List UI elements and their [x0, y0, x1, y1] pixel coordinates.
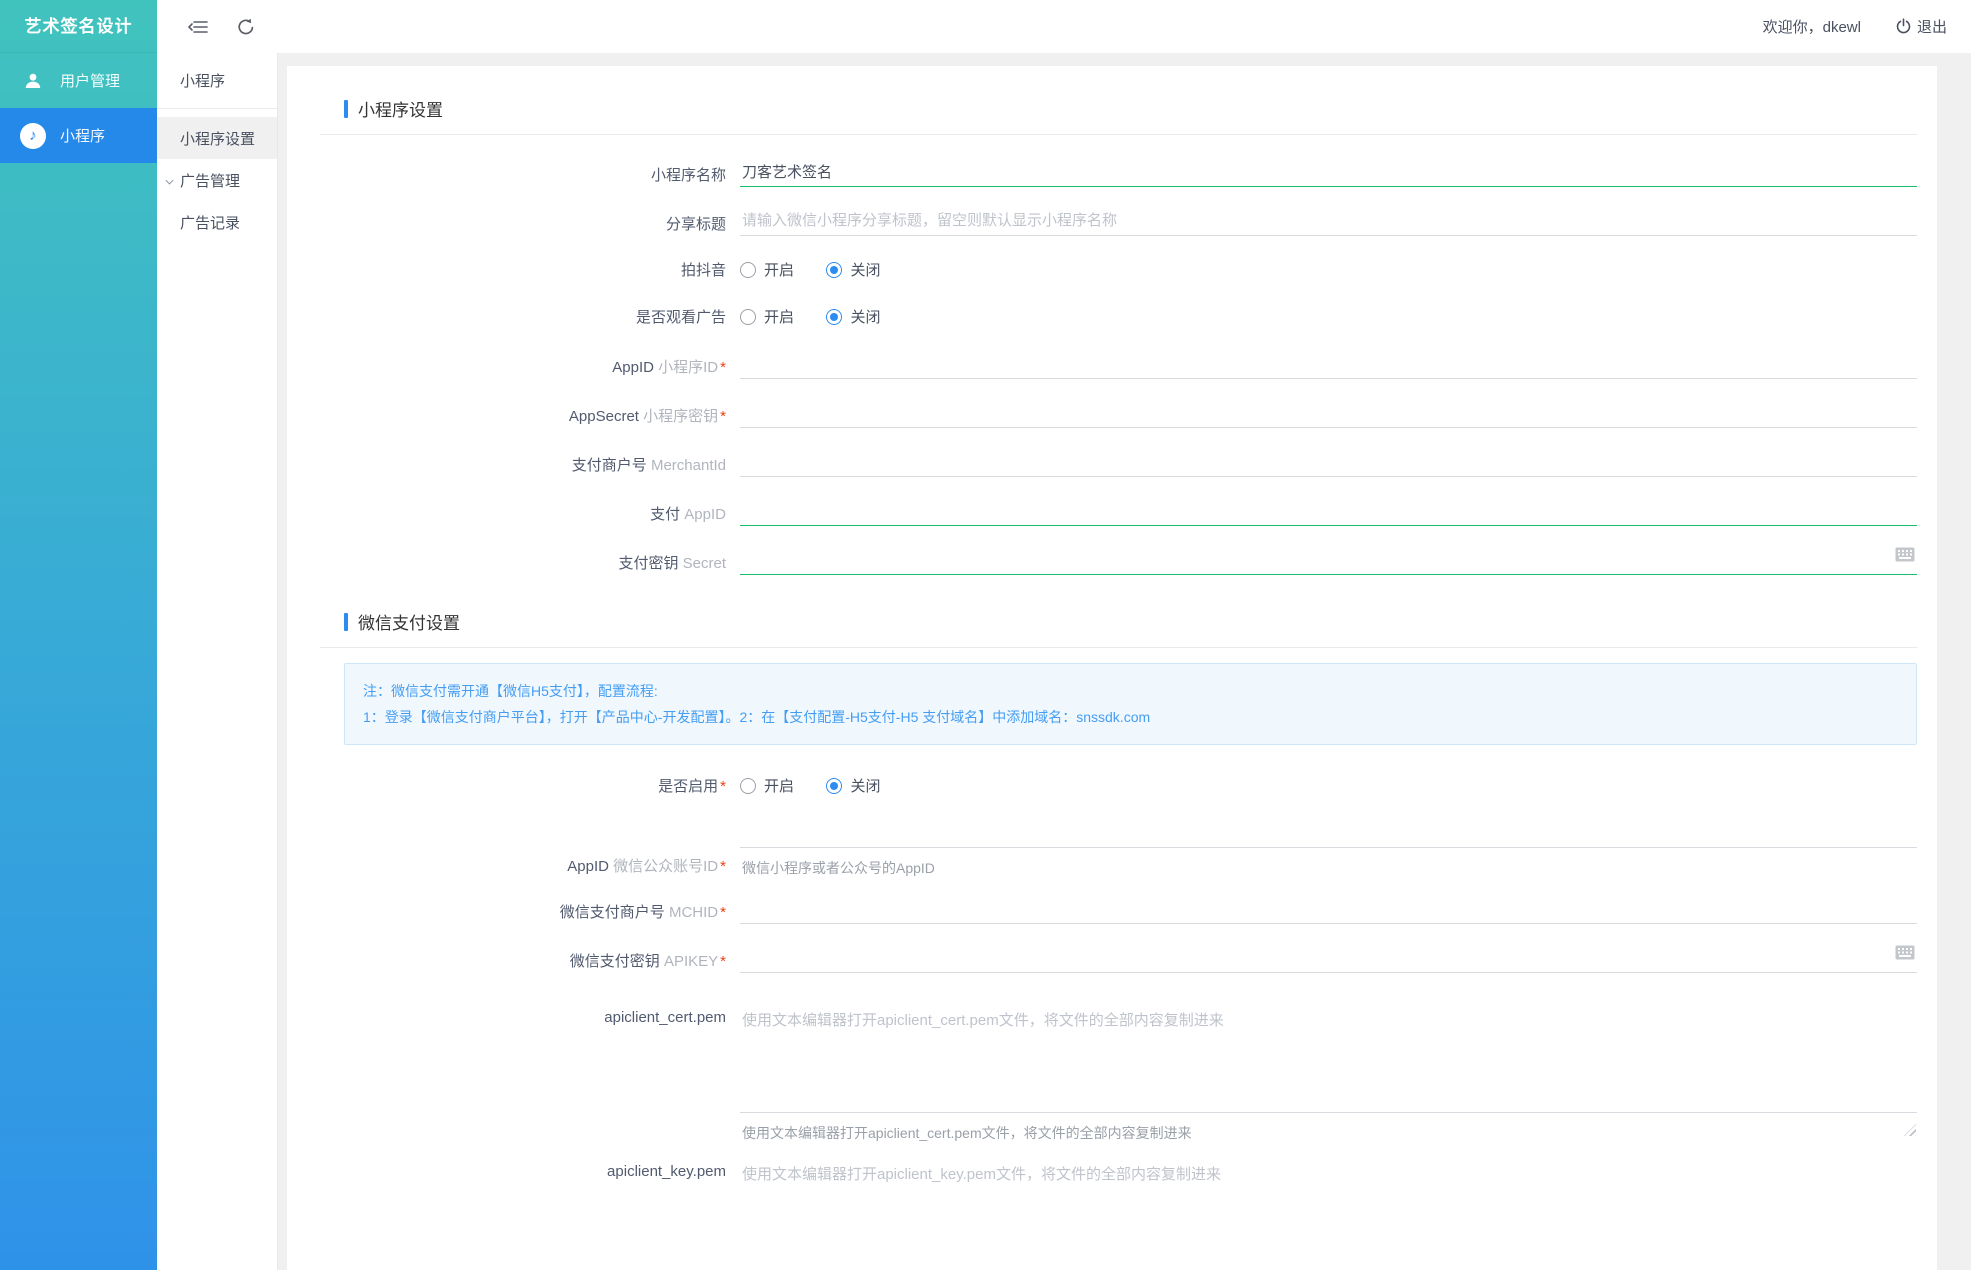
- apiclient-cert-textarea[interactable]: [740, 1007, 1917, 1113]
- field-label: 是否观看广告: [635, 309, 726, 326]
- field-label: 小程序名称: [650, 167, 726, 184]
- miniprogram-settings-form: 小程序名称 分享标题 拍抖音: [344, 161, 1917, 575]
- app-root: 艺术签名设计 用户管理 ♪ 小程序 欢迎你，dkewl 退出 小程序 小程序设置…: [0, 0, 1971, 1270]
- submenu-item-ad-records[interactable]: 广告记录: [157, 201, 277, 243]
- form-row: 拍抖音 开启 关闭: [344, 259, 1917, 283]
- field-label: AppID 微信公众账号ID *: [567, 858, 726, 875]
- douyin-off-radio[interactable]: 关闭: [826, 259, 880, 280]
- keyboard-icon: [1895, 547, 1915, 567]
- field-label: AppID 小程序ID *: [612, 359, 726, 376]
- watch-ad-off-radio[interactable]: 关闭: [826, 306, 880, 327]
- field-help-text: 使用文本编辑器打开apiclient_cert.pem文件，将文件的全部内容复制…: [742, 1125, 1192, 1141]
- enable-off-radio[interactable]: 关闭: [826, 775, 880, 796]
- sidebar-item-users[interactable]: 用户管理: [0, 53, 157, 108]
- section-accent-bar: [344, 612, 348, 631]
- field-label: 分享标题: [665, 216, 726, 233]
- form-row: 支付密钥 Secret: [344, 547, 1917, 575]
- miniprogram-icon: ♪: [18, 121, 48, 151]
- sidebar-item-label: 小程序: [60, 128, 106, 145]
- form-row: 是否启用 * 开启 关闭: [344, 775, 1917, 799]
- form-row: apiclient_cert.pem 使用文本编辑器打开apiclient_ce…: [344, 1007, 1917, 1143]
- pay-secret-input[interactable]: [740, 549, 1917, 575]
- apiclient-key-textarea[interactable]: [740, 1161, 1917, 1270]
- field-label: 是否启用 *: [658, 778, 726, 795]
- user-icon: [18, 66, 48, 96]
- right-column: 欢迎你，dkewl 退出 小程序 小程序设置 广告管理 广告记录 小程序设置 小…: [157, 0, 1971, 1270]
- sidebar-item-miniprogram[interactable]: ♪ 小程序: [0, 108, 157, 163]
- note-line-1: 注：微信支付需开通【微信H5支付】，配置流程:: [363, 683, 658, 699]
- form-row: 微信支付密钥 APIKEY *: [344, 945, 1917, 973]
- form-row: AppID 微信公众账号ID * 微信小程序或者公众号的AppID: [344, 822, 1917, 878]
- sidebar-item-label: 用户管理: [60, 73, 121, 90]
- appsecret-input[interactable]: [740, 402, 1917, 428]
- wechat-appid-input[interactable]: [740, 822, 1917, 848]
- apikey-input[interactable]: [740, 947, 1917, 973]
- topbar: 欢迎你，dkewl 退出: [157, 0, 1971, 53]
- field-label: 微信支付商户号 MCHID *: [559, 904, 726, 921]
- watch-ad-on-radio[interactable]: 开启: [740, 306, 794, 327]
- section-header-wechat-pay: 微信支付设置: [344, 609, 1917, 634]
- section-header-miniprogram-settings: 小程序设置: [344, 96, 1917, 121]
- submenu: 小程序 小程序设置 广告管理 广告记录: [157, 53, 278, 1270]
- field-label: 拍抖音: [680, 262, 726, 279]
- form-row: 微信支付商户号 MCHID *: [344, 898, 1917, 924]
- keyboard-icon: [1895, 945, 1915, 965]
- radio-circle-selected: [826, 308, 843, 325]
- form-row: 支付 AppID: [344, 500, 1917, 526]
- submenu-header-miniprogram[interactable]: 小程序: [157, 53, 277, 109]
- field-label: apiclient_key.pem: [607, 1163, 726, 1180]
- appid-input[interactable]: [740, 353, 1917, 379]
- douyin-on-radio[interactable]: 开启: [740, 259, 794, 280]
- radio-circle-selected: [826, 777, 843, 794]
- content-area: 小程序设置 小程序名称 分享标题: [278, 53, 1971, 1270]
- submenu-item-miniprogram-settings[interactable]: 小程序设置: [157, 117, 277, 159]
- enable-on-radio[interactable]: 开启: [740, 775, 794, 796]
- refresh-icon[interactable]: [235, 16, 257, 38]
- section-accent-bar: [344, 99, 348, 118]
- topbar-right: 欢迎你，dkewl 退出: [1763, 16, 1947, 37]
- section-title: 微信支付设置: [358, 614, 460, 633]
- field-label: 支付密钥 Secret: [618, 555, 726, 572]
- note-line-2: 1：登录【微信支付商户平台】，打开【产品中心-开发配置】。2：在【支付配置-H5…: [363, 709, 1151, 725]
- logout-label: 退出: [1916, 19, 1947, 36]
- form-row: apiclient_key.pem: [344, 1161, 1917, 1270]
- radio-circle: [740, 261, 756, 278]
- miniprogram-name-input[interactable]: [740, 161, 1917, 187]
- form-row: AppID 小程序ID *: [344, 353, 1917, 379]
- power-icon: [1896, 18, 1911, 34]
- radio-circle: [740, 308, 756, 325]
- menu-fold-icon[interactable]: [187, 16, 209, 38]
- form-row: 支付商户号 MerchantId: [344, 451, 1917, 477]
- form-row: 是否观看广告 开启 关闭: [344, 306, 1917, 330]
- logout-button[interactable]: 退出: [1895, 16, 1947, 37]
- settings-card: 小程序设置 小程序名称 分享标题: [287, 66, 1937, 1270]
- divider: [320, 647, 1917, 648]
- welcome-text: 欢迎你，dkewl: [1762, 19, 1861, 36]
- field-help-text: 微信小程序或者公众号的AppID: [742, 860, 935, 876]
- app-logo: 艺术签名设计: [0, 0, 157, 53]
- field-label: apiclient_cert.pem: [604, 1009, 726, 1026]
- chevron-down-icon: [165, 176, 174, 185]
- share-title-input[interactable]: [740, 210, 1917, 236]
- wechat-pay-note: 注：微信支付需开通【微信H5支付】，配置流程: 1：登录【微信支付商户平台】，打…: [344, 663, 1917, 745]
- field-label: 微信支付密钥 APIKEY *: [569, 953, 726, 970]
- merchant-id-input[interactable]: [740, 451, 1917, 477]
- form-row: 小程序名称: [344, 161, 1917, 187]
- pay-appid-input[interactable]: [740, 500, 1917, 526]
- main-sidebar: 艺术签名设计 用户管理 ♪ 小程序: [0, 0, 157, 1270]
- field-label: AppSecret 小程序密钥 *: [568, 408, 726, 425]
- mchid-input[interactable]: [740, 898, 1917, 924]
- field-label: 支付 AppID: [650, 506, 726, 523]
- body-row: 小程序 小程序设置 广告管理 广告记录 小程序设置 小程序名称 刀客艺术签名 分…: [157, 53, 1971, 1270]
- radio-circle: [740, 777, 756, 794]
- form-row: 分享标题: [344, 210, 1917, 236]
- section-title: 小程序设置: [358, 101, 443, 120]
- wechat-pay-form: 是否启用 * 开启 关闭 AppID 微信公众账号ID * 微信小程序或者公众号…: [344, 775, 1917, 1270]
- submenu-group-ad-management[interactable]: 广告管理: [157, 159, 277, 201]
- radio-circle-selected: [826, 261, 843, 278]
- field-label: 支付商户号 MerchantId: [571, 457, 726, 474]
- divider: [320, 134, 1917, 135]
- form-row: AppSecret 小程序密钥 *: [344, 402, 1917, 428]
